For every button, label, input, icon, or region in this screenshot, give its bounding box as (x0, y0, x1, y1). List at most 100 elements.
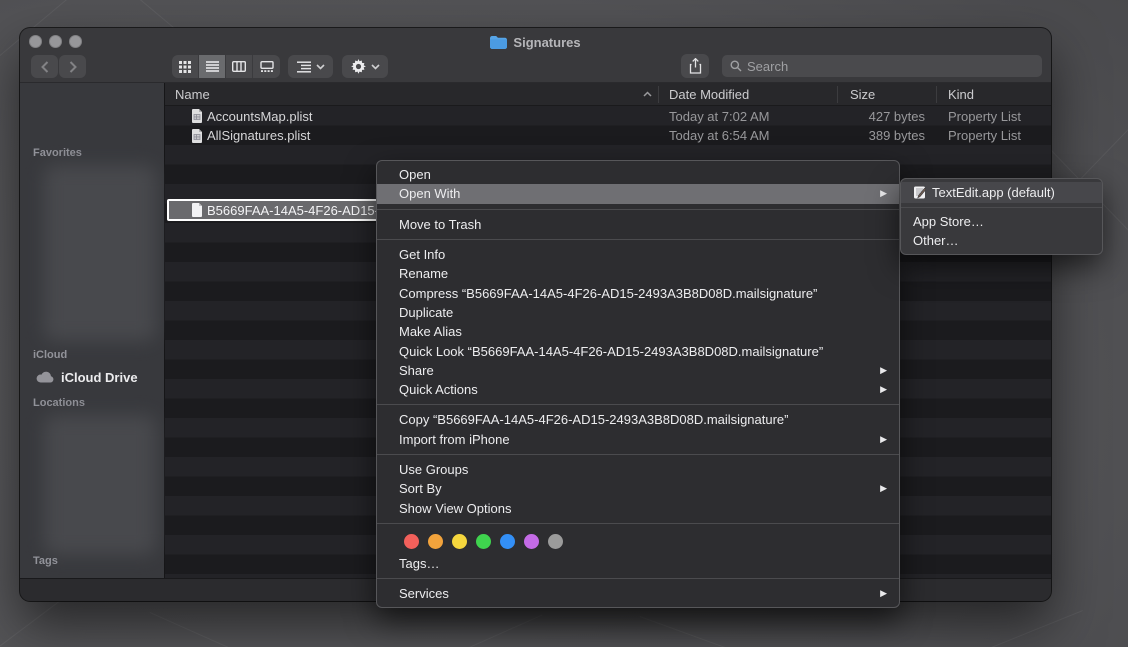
column-divider[interactable] (658, 86, 659, 103)
menu-item-make-alias[interactable]: Make Alias (377, 322, 899, 341)
file-kind: Property List (948, 109, 1021, 124)
gallery-view-button[interactable] (253, 55, 280, 78)
menu-item-share[interactable]: Share▶ (377, 361, 899, 380)
menu-item-sort-by[interactable]: Sort By▶ (377, 479, 899, 498)
menu-item-get-info[interactable]: Get Info (377, 245, 899, 264)
menu-item-label: Tags… (399, 556, 887, 571)
chevron-down-icon (316, 64, 325, 70)
share-icon (689, 58, 702, 74)
column-header-size[interactable]: Size (850, 87, 875, 102)
column-divider[interactable] (936, 86, 937, 103)
menu-item-quick-actions[interactable]: Quick Actions▶ (377, 380, 899, 399)
file-row[interactable]: AllSignatures.plist Today at 6:54 AM 389… (165, 126, 1051, 146)
submenu-item-app-store[interactable]: App Store… (901, 212, 1102, 231)
menu-item-compress[interactable]: Compress “B5669FAA-14A5-4F26-AD15-2493A3… (377, 283, 899, 302)
gear-icon (351, 59, 366, 74)
file-row[interactable]: AccountsMap.plist Today at 7:02 AM 427 b… (165, 106, 1051, 126)
textedit-app-icon (913, 186, 926, 199)
tag-gray[interactable] (548, 534, 563, 549)
share-button[interactable] (681, 54, 709, 78)
menu-separator (377, 578, 899, 579)
menu-item-label: Quick Look “B5669FAA-14A5-4F26-AD15-2493… (399, 344, 887, 359)
submenu-item-textedit[interactable]: TextEdit.app (default) (901, 182, 1102, 203)
redacted-sidebar-items (44, 165, 156, 341)
menu-item-use-groups[interactable]: Use Groups (377, 460, 899, 479)
view-switcher (172, 55, 280, 78)
tag-green[interactable] (476, 534, 491, 549)
column-view-button[interactable] (226, 55, 253, 78)
menu-item-move-to-trash[interactable]: Move to Trash (377, 215, 899, 234)
close-button[interactable] (29, 35, 42, 48)
menu-item-services[interactable]: Services▶ (377, 584, 899, 603)
menu-item-open-with[interactable]: Open With ▶ (377, 184, 899, 203)
menu-item-label: Services (399, 586, 872, 601)
desktop: Signatures (0, 0, 1128, 647)
menu-item-rename[interactable]: Rename (377, 264, 899, 283)
minimize-button[interactable] (49, 35, 62, 48)
submenu-item-label: Other… (913, 233, 1092, 248)
plist-file-icon (191, 109, 203, 123)
action-gear-dropdown[interactable] (342, 55, 388, 78)
file-size: 389 bytes (869, 128, 925, 143)
column-divider[interactable] (837, 86, 838, 103)
search-field[interactable] (722, 55, 1042, 77)
menu-item-label: Compress “B5669FAA-14A5-4F26-AD15-2493A3… (399, 286, 887, 301)
column-header-row: Name Date Modified Size Kind (165, 83, 1051, 106)
menu-item-open[interactable]: Open (377, 165, 899, 184)
tag-orange[interactable] (428, 534, 443, 549)
submenu-item-label: App Store… (913, 214, 1092, 229)
wallpaper-line (150, 612, 342, 647)
menu-item-import-from-iphone[interactable]: Import from iPhone▶ (377, 430, 899, 449)
tag-blue[interactable] (500, 534, 515, 549)
zoom-button[interactable] (69, 35, 82, 48)
menu-separator (377, 523, 899, 524)
column-header-kind[interactable]: Kind (948, 87, 974, 102)
back-button[interactable] (31, 55, 58, 78)
menu-item-label: Share (399, 363, 872, 378)
sidebar: Favorites iCloud iCloud Drive Locations … (20, 83, 165, 578)
menu-item-label: Open With (399, 186, 872, 201)
tag-red[interactable] (404, 534, 419, 549)
window-chrome: Signatures (20, 28, 1051, 83)
list-icon (206, 61, 219, 72)
column-header-date-modified[interactable]: Date Modified (669, 87, 749, 102)
submenu-item-other[interactable]: Other… (901, 231, 1102, 250)
menu-item-quick-look[interactable]: Quick Look “B5669FAA-14A5-4F26-AD15-2493… (377, 341, 899, 360)
file-date-modified: Today at 6:54 AM (669, 128, 769, 143)
menu-separator (377, 404, 899, 405)
menu-item-copy[interactable]: Copy “B5669FAA-14A5-4F26-AD15-2493A3B8D0… (377, 410, 899, 429)
menu-item-label: Duplicate (399, 305, 887, 320)
tag-color-row (377, 529, 899, 554)
list-view-button[interactable] (199, 55, 226, 78)
forward-button[interactable] (59, 55, 86, 78)
menu-separator (901, 207, 1102, 208)
column-header-name[interactable]: Name (175, 87, 210, 102)
file-name: AccountsMap.plist (207, 109, 313, 124)
columns-icon (232, 61, 246, 72)
tag-purple[interactable] (524, 534, 539, 549)
menu-separator (377, 239, 899, 240)
menu-item-label: Rename (399, 266, 887, 281)
grid-icon (179, 61, 191, 73)
search-input[interactable] (747, 59, 1034, 74)
cloud-icon (36, 371, 54, 383)
icon-view-button[interactable] (172, 55, 199, 78)
submenu-arrow-icon: ▶ (880, 384, 887, 395)
context-menu: Open Open With ▶ Move to Trash Get Info R… (376, 160, 900, 608)
menu-item-label: Use Groups (399, 462, 887, 477)
menu-item-tags[interactable]: Tags… (377, 554, 899, 573)
menu-item-label: Get Info (399, 247, 887, 262)
file-size: 427 bytes (869, 109, 925, 124)
group-by-dropdown[interactable] (288, 55, 333, 78)
sidebar-header-icloud: iCloud (33, 349, 67, 361)
tag-yellow[interactable] (452, 534, 467, 549)
sidebar-item-icloud-drive[interactable]: iCloud Drive (36, 367, 161, 387)
submenu-arrow-icon: ▶ (880, 434, 887, 445)
submenu-arrow-icon: ▶ (880, 188, 887, 199)
menu-item-label: Make Alias (399, 324, 887, 339)
menu-item-duplicate[interactable]: Duplicate (377, 303, 899, 322)
menu-item-show-view-options[interactable]: Show View Options (377, 498, 899, 517)
gallery-icon (260, 61, 274, 72)
menu-item-label: Show View Options (399, 501, 887, 516)
window-title: Signatures (513, 35, 580, 50)
